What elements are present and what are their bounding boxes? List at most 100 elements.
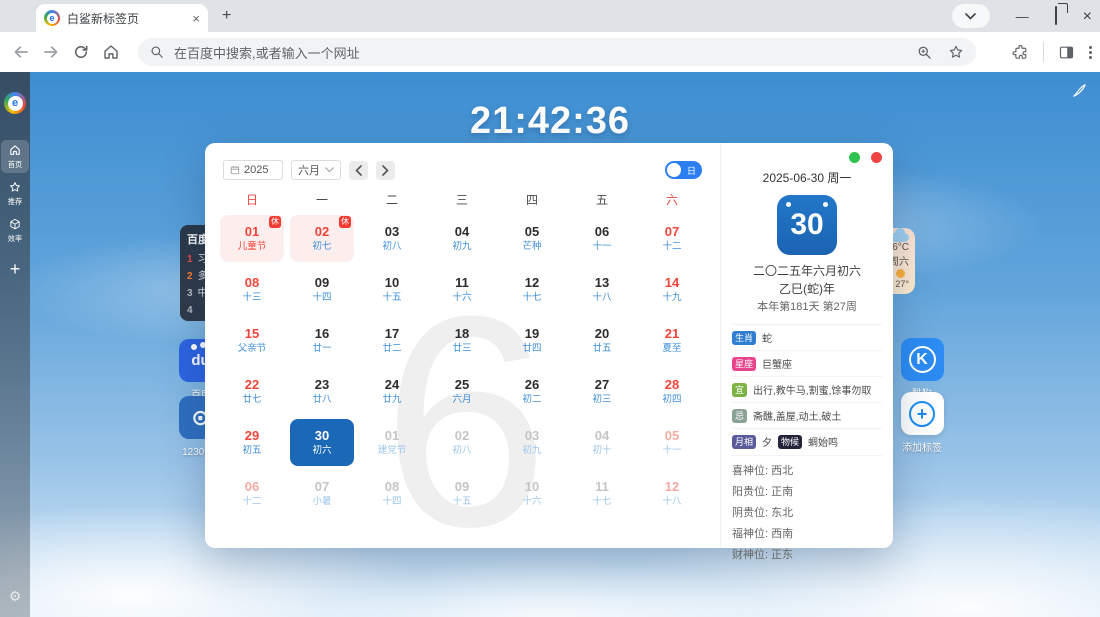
cell-day-number: 03 bbox=[525, 428, 539, 444]
calendar-cell-07[interactable]: 07小暑 bbox=[290, 470, 354, 517]
address-bar[interactable]: 在百度中搜索,或者输入一个网址 bbox=[138, 38, 976, 66]
calendar-cell-21[interactable]: 21夏至 bbox=[640, 317, 704, 364]
calendar-cell-27[interactable]: 27初三 bbox=[570, 368, 634, 415]
almanac-tag-row: 生肖蛇 bbox=[732, 324, 882, 350]
calendar-cell-07[interactable]: 07十二 bbox=[640, 215, 704, 262]
calendar-cell-15[interactable]: 15父亲节 bbox=[220, 317, 284, 364]
calendar-cell-08[interactable]: 08十四 bbox=[360, 470, 424, 517]
address-bar-text[interactable]: 在百度中搜索,或者输入一个网址 bbox=[174, 43, 907, 62]
calendar-cell-11[interactable]: 11十六 bbox=[430, 266, 494, 313]
calendar-cell-04[interactable]: 04初十 bbox=[570, 419, 634, 466]
browser-tab[interactable]: e 白鲨新标签页 × bbox=[36, 4, 208, 32]
cell-lunar-label: 十八 bbox=[663, 495, 682, 507]
sidebar-item-label: 推荐 bbox=[8, 197, 22, 207]
calendar-cell-03[interactable]: 03初八 bbox=[360, 215, 424, 262]
calendar-cell-06[interactable]: 06十一 bbox=[570, 215, 634, 262]
bookmark-star-icon[interactable] bbox=[948, 44, 964, 60]
calendar-cell-17[interactable]: 17廿二 bbox=[360, 317, 424, 364]
direction-list: 喜神位: 西北阳贵位: 正南阴贵位: 东北福神位: 西南财神位: 正东 bbox=[732, 455, 882, 566]
cell-lunar-label: 廿九 bbox=[383, 393, 402, 405]
cell-lunar-label: 十一 bbox=[663, 444, 682, 456]
day-detail-panel: 2025-06-30 周一 30 二〇二五年六月初六 乙巳(蛇)年 本年第181… bbox=[720, 143, 893, 548]
zoom-icon[interactable] bbox=[917, 45, 932, 60]
calendar-cell-05[interactable]: 05芒种 bbox=[500, 215, 564, 262]
calendar-cell-22[interactable]: 22廿七 bbox=[220, 368, 284, 415]
calendar-cell-10[interactable]: 10十五 bbox=[360, 266, 424, 313]
calendar-cell-25[interactable]: 25六月 bbox=[430, 368, 494, 415]
panel-dots bbox=[849, 152, 882, 163]
calendar-cell-12[interactable]: 12十七 bbox=[500, 266, 564, 313]
tab-close-icon[interactable]: × bbox=[192, 11, 200, 26]
calendar-icon bbox=[230, 165, 240, 175]
calendar-cell-01[interactable]: 休01儿童节 bbox=[220, 215, 284, 262]
tag-text: 出行,教牛马,割蜜,馀事勿取 bbox=[753, 382, 871, 397]
calendar-cell-02[interactable]: 02初八 bbox=[430, 419, 494, 466]
shortcut-kugou[interactable]: K 酷狗 bbox=[899, 338, 945, 400]
calendar-cell-23[interactable]: 23廿八 bbox=[290, 368, 354, 415]
tab-search-button[interactable] bbox=[952, 4, 990, 28]
calendar-cell-12[interactable]: 12十八 bbox=[640, 470, 704, 517]
new-tab-button[interactable]: + bbox=[222, 8, 231, 24]
calendar-cell-03[interactable]: 03初九 bbox=[500, 419, 564, 466]
calendar-area: 2025 六月 日 bbox=[205, 143, 720, 548]
cell-day-number: 04 bbox=[455, 224, 469, 240]
close-button[interactable]: × bbox=[1083, 10, 1092, 23]
calendar-cell-09[interactable]: 09十四 bbox=[290, 266, 354, 313]
calendar-cell-29[interactable]: 29初五 bbox=[220, 419, 284, 466]
month-select[interactable]: 六月 bbox=[291, 160, 341, 180]
view-toggle[interactable]: 日 bbox=[665, 161, 702, 179]
red-dot[interactable] bbox=[871, 152, 882, 163]
dock-add-button[interactable]: + bbox=[10, 259, 21, 280]
calendar-cell-01[interactable]: 01建党节 bbox=[360, 419, 424, 466]
direction-row: 喜神位: 西北 bbox=[732, 461, 882, 482]
calendar-cell-05[interactable]: 05十一 bbox=[640, 419, 704, 466]
tag-text: 夕 bbox=[762, 434, 772, 449]
maximize-button[interactable] bbox=[1055, 7, 1057, 25]
menu-dots-icon[interactable] bbox=[1089, 46, 1092, 59]
cell-day-number: 08 bbox=[245, 275, 259, 291]
calendar-cell-20[interactable]: 20廿五 bbox=[570, 317, 634, 364]
calendar-cell-16[interactable]: 16廿一 bbox=[290, 317, 354, 364]
tag-badge: 月相 bbox=[732, 435, 756, 449]
screenshot-pen-icon[interactable] bbox=[1071, 82, 1088, 104]
calendar-cell-04[interactable]: 04初九 bbox=[430, 215, 494, 262]
reload-button[interactable] bbox=[66, 43, 96, 61]
sidebar-item-效率[interactable]: 效率 bbox=[1, 214, 29, 247]
calendar-cell-18[interactable]: 18廿三 bbox=[430, 317, 494, 364]
forward-button[interactable] bbox=[36, 43, 66, 61]
title-bar: e 白鲨新标签页 × + — × bbox=[0, 0, 1100, 32]
next-month-button[interactable] bbox=[376, 161, 395, 180]
home-button[interactable] bbox=[96, 43, 126, 61]
cell-lunar-label: 廿七 bbox=[243, 393, 262, 405]
settings-gear-icon[interactable]: ⚙ bbox=[0, 589, 30, 605]
calendar-cell-11[interactable]: 11十七 bbox=[570, 470, 634, 517]
extensions-icon[interactable] bbox=[1012, 44, 1029, 61]
cell-lunar-label: 夏至 bbox=[663, 342, 682, 354]
cell-day-number: 09 bbox=[315, 275, 329, 291]
prev-month-button[interactable] bbox=[349, 161, 368, 180]
calendar-cell-02[interactable]: 休02初七 bbox=[290, 215, 354, 262]
side-panel-icon[interactable] bbox=[1058, 44, 1075, 61]
calendar-cell-24[interactable]: 24廿九 bbox=[360, 368, 424, 415]
green-dot[interactable] bbox=[849, 152, 860, 163]
hot-rank: 2 bbox=[187, 268, 193, 285]
cell-lunar-label: 廿三 bbox=[453, 342, 472, 354]
year-input[interactable]: 2025 bbox=[223, 160, 283, 180]
sidebar-item-推荐[interactable]: 推荐 bbox=[1, 177, 29, 210]
minimize-button[interactable]: — bbox=[1016, 10, 1029, 23]
sidebar-item-首页[interactable]: 首页 bbox=[1, 140, 29, 173]
back-button[interactable] bbox=[6, 43, 36, 61]
calendar-cell-30[interactable]: 30初六 bbox=[290, 419, 354, 466]
cell-day-number: 26 bbox=[525, 377, 539, 393]
calendar-cell-28[interactable]: 28初四 bbox=[640, 368, 704, 415]
sun-icon bbox=[896, 269, 905, 278]
calendar-cell-10[interactable]: 10十六 bbox=[500, 470, 564, 517]
calendar-cell-08[interactable]: 08十三 bbox=[220, 266, 284, 313]
calendar-cell-19[interactable]: 19廿四 bbox=[500, 317, 564, 364]
calendar-cell-26[interactable]: 26初二 bbox=[500, 368, 564, 415]
calendar-cell-14[interactable]: 14十九 bbox=[640, 266, 704, 313]
calendar-cell-06[interactable]: 06十二 bbox=[220, 470, 284, 517]
calendar-cell-09[interactable]: 09十五 bbox=[430, 470, 494, 517]
shortcut-add-site[interactable]: + 添加标签 bbox=[899, 392, 945, 454]
calendar-cell-13[interactable]: 13十八 bbox=[570, 266, 634, 313]
